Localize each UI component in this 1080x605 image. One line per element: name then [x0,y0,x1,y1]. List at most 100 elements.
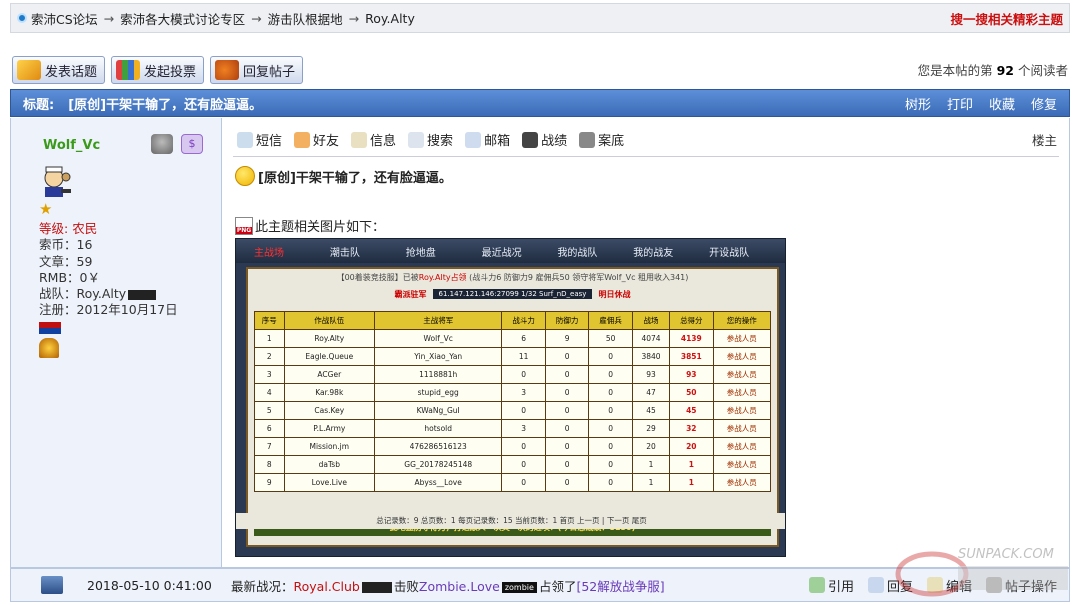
table-cell: 0 [588,401,633,420]
view-members-link[interactable]: 参战人员 [712,347,772,366]
view-members-link[interactable]: 参战人员 [712,329,772,348]
zombie-tag: zombie [501,581,537,593]
reply-icon [867,577,884,593]
table-row: 2 Eagle.Queue Yin_Xiao_Yan 11 0 0 3840 3851 参战人员 [254,347,772,366]
table-cell: GG_20178245148 [373,455,503,474]
related-topics-link[interactable]: 搜一搜相关精彩主题 [950,9,1063,28]
view-members-link[interactable]: 参战人员 [712,401,772,420]
new-poll-label: 发起投票 [144,64,197,80]
breadcrumb-board[interactable]: 游击队根据地 [268,9,343,28]
server-note: 明日休战 [598,289,631,299]
image-caption: 此主题相关图片如下： [255,220,386,235]
sms-label: 短信 [256,134,283,149]
history-tool[interactable]: 案底 [579,130,624,149]
table-cell: 1 [254,329,285,348]
table-cell: 0 [544,401,590,420]
table-cell: 0 [544,473,590,492]
table-header: 雇佣兵 [588,311,633,330]
user-team: 战队：Roy.Alty [39,286,221,302]
user-posts: 文章：59 [39,253,93,269]
server-label: 霸派驻军 [394,289,427,299]
table-cell: 0 [501,401,546,420]
table-cell: 1 [631,473,671,492]
table-cell: 0 [544,437,590,456]
friend-tool[interactable]: 好友 [294,130,339,149]
png-file-icon: PNG [235,216,253,235]
table-cell: hotsold [373,419,503,438]
table-cell: 3 [501,419,546,438]
table-cell: Roy.Alty [283,329,375,348]
avatar [39,165,73,201]
new-topic-button[interactable]: 发表话题 [12,56,106,84]
breadcrumb-forum[interactable]: 索沛CS论坛 [31,9,98,28]
table-cell: 20 [669,437,714,456]
table-cell: 0 [588,437,633,456]
table-cell: 6 [501,329,546,348]
user-sidebar: Wolf_Vc $ ★ 等级: 农民 索币：16 文章：59 RMB：0￥ 战队… [11,118,222,567]
star-icon: ★ [39,200,53,218]
table-cell: 1 [669,455,714,474]
table-cell: 4 [254,383,285,402]
game-panel: 【00着装竞技服】已被Roy.Alty占领 (战斗力6 防御力9 雇佣兵50 领… [246,267,779,547]
favorite-link[interactable]: 收藏 [989,94,1015,113]
email-label: 邮箱 [484,134,511,149]
sms-tool[interactable]: 短信 [237,130,282,149]
table-cell: 93 [631,365,671,384]
winner-team: Royal.Club [293,578,360,594]
view-members-link[interactable]: 参战人员 [712,365,772,384]
table-header: 战斗力 [501,311,546,330]
user-rmb: RMB：0￥ [39,269,100,285]
user-status-icon[interactable] [151,134,173,154]
level-value: 农民 [72,221,98,236]
table-cell: 0 [544,419,590,438]
table-header: 您的操作 [712,311,772,330]
reader-prefix: 您是本帖的第 [917,63,993,78]
table-cell: 1 [631,455,671,474]
table-cell: 0 [544,347,590,366]
new-poll-button[interactable]: 发起投票 [111,56,205,84]
team-badge-icon [361,581,392,593]
view-members-link[interactable]: 参战人员 [712,473,772,492]
view-members-link[interactable]: 参战人员 [712,455,772,474]
reader-count: 您是本帖的第 92 个阅读者 [918,60,1068,79]
table-cell: 50 [669,383,714,402]
repair-link[interactable]: 修复 [1031,94,1057,113]
game-screenshot[interactable]: 主战场 潮击队 抢地盘 最近战况 我的战队 我的战友 开设战队 【00着装竞技服… [235,238,786,557]
game-msg-rest: (战斗力6 防御力9 雇佣兵50 领守将军Wolf_Vc 租用收入341) [469,273,689,282]
game-nav-item: 抢地盘 [405,247,436,259]
tree-view-link[interactable]: 树形 [905,94,931,113]
post-heading: [原创]干架干输了，还有脸逼逼。 [235,166,452,186]
table-row: 9 Love.Live Abyss__Love 0 0 0 1 1 参战人员 [254,473,772,492]
quote-button[interactable]: 引用 [808,576,854,595]
view-members-link[interactable]: 参战人员 [712,437,772,456]
history-label: 案底 [598,134,625,149]
view-members-link[interactable]: 参战人员 [712,383,772,402]
info-tool[interactable]: 信息 [351,130,396,149]
breadcrumb-section[interactable]: 索沛各大模式讨论专区 [120,9,245,28]
breadcrumb-topic[interactable]: Roy.Alty [365,11,415,26]
table-row: 1 Roy.Alty Wolf_Vc 6 9 50 4074 4139 参战人员 [254,329,772,348]
game-msg-team: Roy.Alty占领 [418,273,467,282]
email-tool[interactable]: 邮箱 [465,130,510,149]
money-icon[interactable]: $ [181,134,203,154]
reply-button[interactable]: 回复帖子 [210,56,304,84]
table-cell: Eagle.Queue [283,347,375,366]
view-members-link[interactable]: 参战人员 [712,419,772,438]
record-tool[interactable]: 战绩 [522,130,567,149]
print-link[interactable]: 打印 [947,94,973,113]
table-cell: 5 [254,401,285,420]
loser-team: Zombie.Love [418,578,500,594]
search-tool[interactable]: 搜索 [408,130,453,149]
server-link[interactable]: [52解放战争服] [576,579,664,594]
game-nav-item: 开设战队 [709,247,750,259]
table-cell: 0 [501,473,546,492]
table-cell: 20 [631,437,671,456]
table-row: 7 Mission.jm 476286516123 0 0 0 20 20 参战人员 [254,437,772,456]
mail-icon [465,131,482,148]
table-header: 作战队伍 [283,311,375,330]
reader-number: 92 [996,63,1014,78]
monitor-icon [579,131,596,148]
pencil-icon [17,60,41,80]
table-cell: P.L.Army [283,419,375,438]
game-nav-item: 潮击队 [329,247,360,259]
